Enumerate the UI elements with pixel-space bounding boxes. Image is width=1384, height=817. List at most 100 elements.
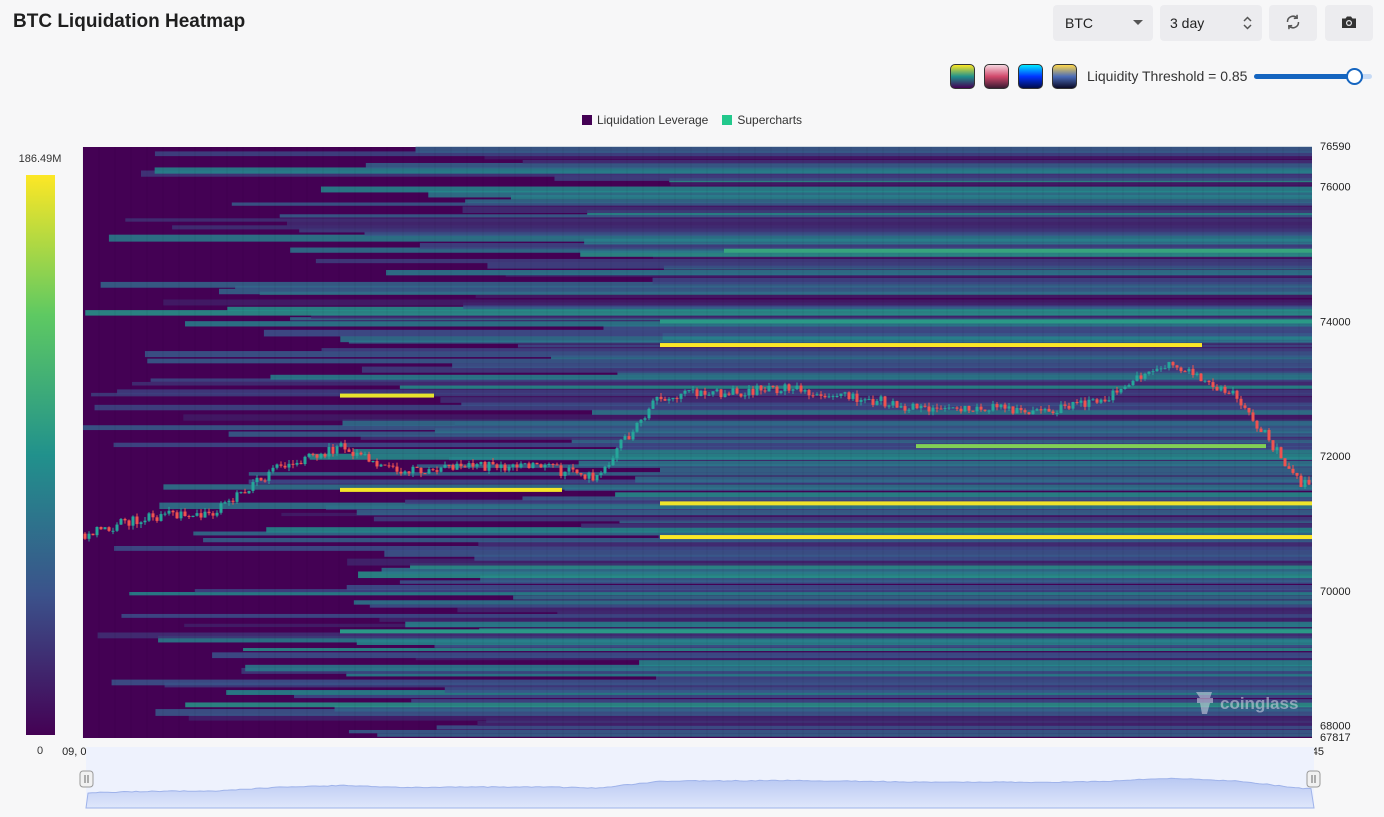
candle xyxy=(1071,401,1075,409)
candle xyxy=(867,399,871,401)
candle xyxy=(231,500,235,502)
candle xyxy=(247,490,251,494)
candle xyxy=(243,492,247,494)
candle xyxy=(1143,373,1147,379)
candle xyxy=(131,516,135,526)
liquidity-band xyxy=(163,484,1313,490)
candle xyxy=(767,385,771,392)
candle xyxy=(611,458,615,466)
liquidity-band xyxy=(659,467,1312,473)
candle xyxy=(1275,447,1279,451)
candle xyxy=(1051,411,1055,414)
candle xyxy=(811,395,815,397)
candle xyxy=(779,391,783,394)
candle xyxy=(1307,480,1311,485)
candle xyxy=(155,517,159,521)
candle xyxy=(991,404,995,411)
candle xyxy=(971,410,975,412)
liquidation-level xyxy=(340,393,434,398)
candle xyxy=(719,389,723,398)
candle xyxy=(595,475,599,481)
candle xyxy=(1155,368,1159,372)
liquidity-band xyxy=(346,585,1313,591)
svg-text:coinglass: coinglass xyxy=(1220,694,1298,713)
navigator-left-handle[interactable] xyxy=(79,770,94,788)
candle xyxy=(1267,430,1271,441)
liquidity-band xyxy=(121,613,1312,618)
candle xyxy=(631,431,635,440)
candle xyxy=(239,492,243,494)
y-axis: 76590 76000 74000 72000 70000 6800067817 xyxy=(1320,141,1351,744)
liquidity-band xyxy=(386,270,1312,276)
liquidity-band xyxy=(212,652,1313,659)
liquidation-level xyxy=(660,501,1312,506)
candle xyxy=(311,453,315,455)
candle xyxy=(215,512,219,516)
candle xyxy=(627,436,631,440)
candle xyxy=(267,471,271,481)
liquidity-band xyxy=(320,186,1313,193)
candle xyxy=(879,396,883,402)
y-tick-label: 67817 xyxy=(1320,732,1351,744)
candle xyxy=(1079,400,1083,403)
candle xyxy=(1287,466,1291,469)
candle xyxy=(295,462,299,465)
candle xyxy=(1115,390,1119,393)
candle xyxy=(1215,387,1219,391)
candle xyxy=(511,464,515,467)
candle xyxy=(1207,380,1211,383)
candle xyxy=(1055,412,1059,414)
candle xyxy=(635,422,639,432)
liquidity-band xyxy=(592,409,1312,415)
y-tick-label: 70000 xyxy=(1320,586,1351,598)
candle xyxy=(391,465,395,467)
candle xyxy=(283,465,287,468)
candle xyxy=(955,407,959,409)
candle xyxy=(1151,371,1155,373)
candle xyxy=(1199,373,1203,382)
navigator-right-handle[interactable] xyxy=(1306,770,1321,788)
candle xyxy=(939,408,943,410)
candle xyxy=(815,394,819,396)
candle xyxy=(1139,375,1143,379)
liquidation-heatmap-chart[interactable]: 186.49M 0 76590 76000 74000 72000 70000 68000… xyxy=(0,0,1384,817)
candle xyxy=(979,406,983,410)
liquidity-band xyxy=(83,425,1313,431)
candle xyxy=(931,407,935,412)
candle xyxy=(771,385,775,387)
candle xyxy=(279,464,283,466)
candle xyxy=(99,526,103,530)
candle xyxy=(715,389,719,392)
candle xyxy=(407,471,411,474)
candle xyxy=(915,403,919,409)
candle xyxy=(523,463,527,465)
liquidation-level xyxy=(724,248,1312,253)
liquidity-band xyxy=(144,351,1312,358)
candle xyxy=(847,392,851,400)
candle xyxy=(115,524,119,531)
candle xyxy=(467,463,471,468)
candle xyxy=(135,516,139,525)
y-tick-label: 74000 xyxy=(1320,316,1351,328)
liquidity-band xyxy=(185,702,1312,708)
candle xyxy=(1111,390,1115,401)
candle xyxy=(195,513,199,516)
y-tick-label: 76590 xyxy=(1320,141,1351,153)
liquidity-band xyxy=(321,348,1312,352)
candle xyxy=(143,520,147,523)
candle xyxy=(1131,380,1135,386)
candle xyxy=(607,465,611,467)
liquidity-band xyxy=(411,699,1312,703)
candle xyxy=(727,393,731,395)
candle xyxy=(579,473,583,475)
candle xyxy=(499,464,503,468)
candle xyxy=(1095,399,1099,403)
liquidity-band xyxy=(462,206,1313,214)
candle xyxy=(359,452,363,455)
liquidity-band xyxy=(465,199,1313,204)
liquidity-band xyxy=(365,162,1312,169)
candle xyxy=(859,399,863,402)
candle xyxy=(103,527,107,530)
candle xyxy=(1027,412,1031,415)
candle xyxy=(807,390,811,396)
